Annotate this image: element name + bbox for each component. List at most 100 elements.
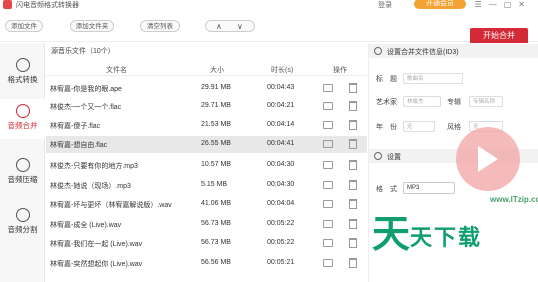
play-icon	[478, 146, 498, 172]
file-size: 5.15 MB	[201, 181, 228, 188]
trash-icon[interactable]	[349, 258, 357, 268]
folder-icon[interactable]	[323, 161, 333, 169]
table-row[interactable]: 林宥嘉-成全 (Live).wav 56.73 MB 00:05:22	[46, 216, 367, 233]
vip-button[interactable]: 开通会员	[414, 0, 466, 9]
sidebar-item-format-convert[interactable]: 格式转换	[0, 53, 45, 93]
table-row[interactable]: 林俊杰-只要有你的地方.mp3 10.57 MB 00:04:30	[46, 157, 367, 174]
artist-field[interactable]: 林俊杰	[403, 96, 441, 107]
title-field[interactable]: 歌曲名	[403, 73, 463, 84]
sidebar-item-label: 音频分割	[7, 225, 38, 234]
audio-split-icon	[15, 208, 30, 222]
table-header: 文件名 大小 时长(s) 操作	[46, 63, 367, 76]
window-controls[interactable]: ☰—▢✕	[475, 0, 532, 9]
audio-merge-icon	[15, 104, 30, 118]
add-file-button[interactable]: 添加文件	[5, 20, 43, 32]
gear-icon	[374, 47, 382, 55]
file-duration: 00:04:41	[267, 140, 295, 147]
folder-icon[interactable]	[323, 200, 333, 208]
app-logo-icon	[3, 0, 12, 9]
trash-icon[interactable]	[349, 101, 357, 111]
folder-icon[interactable]	[323, 220, 333, 228]
sidebar-item-label: 格式转换	[7, 75, 38, 84]
year-field[interactable]: 无	[403, 121, 435, 132]
folder-icon[interactable]	[323, 84, 333, 92]
id3-section-title: 设置合并文件信息(ID3)	[387, 49, 459, 56]
file-name: 林俊杰-只要有你的地方.mp3	[50, 163, 138, 170]
table-row[interactable]: 林宥嘉-坏与更坏（林宥嘉解说版）.wav 41.06 MB 00:04:04	[46, 196, 367, 213]
artist-label: 艺术家	[376, 99, 397, 106]
table-row[interactable]: 林俊杰-她说（现场）.mp3 5.15 MB 00:04:30	[46, 177, 367, 194]
sidebar-item-audio-merge[interactable]: 音频合并	[0, 99, 45, 139]
table-row[interactable]: 林俊杰-一个又一个.flac 29.71 MB 00:04:21	[46, 98, 367, 115]
settings-section-title: 设置	[387, 154, 401, 161]
album-field[interactable]: 专辑名称	[469, 96, 503, 107]
folder-icon[interactable]	[323, 121, 333, 129]
clear-list-button[interactable]: 清空列表	[140, 20, 180, 32]
trash-icon[interactable]	[349, 180, 357, 190]
trash-icon[interactable]	[349, 219, 357, 229]
sidebar-item-label: 音频压缩	[7, 175, 38, 184]
genre-label: 风格	[447, 124, 461, 131]
trash-icon[interactable]	[349, 160, 357, 170]
table-row-selected[interactable]: 林宥嘉-想自由.flac 26.55 MB 00:04:41	[46, 136, 367, 153]
column-header-name: 文件名	[106, 67, 127, 74]
watermark-big-character: 天	[372, 212, 411, 256]
trash-icon[interactable]	[349, 199, 357, 209]
folder-icon[interactable]	[323, 102, 333, 110]
file-duration: 00:05:22	[267, 220, 295, 227]
table-row[interactable]: 林宥嘉-傻子.flac 21.53 MB 00:04:14	[46, 117, 367, 134]
folder-icon[interactable]	[323, 140, 333, 148]
id3-section-header: 设置合并文件信息(ID3)	[369, 44, 538, 58]
table-row[interactable]: 林宥嘉-我们在一起 (Live).wav 56.73 MB 00:05:22	[46, 235, 367, 252]
file-duration: 00:05:21	[267, 259, 295, 266]
sidebar-item-audio-split[interactable]: 音频分割	[0, 203, 45, 243]
title-bar: 闪电音频格式转换器 登录 开通会员 ☰—▢✕	[0, 0, 538, 10]
file-name: 林宥嘉-突然想起你 (Live).wav	[50, 261, 143, 268]
audio-compress-icon	[15, 158, 30, 172]
file-size: 56.56 MB	[201, 259, 231, 266]
sidebar-item-label: 音频合并	[7, 121, 38, 130]
file-size: 26.55 MB	[201, 140, 231, 147]
move-buttons: ∧ ∨	[205, 20, 255, 32]
year-label: 年 份	[376, 124, 397, 131]
move-up-button[interactable]: ∧	[216, 21, 222, 32]
login-link[interactable]: 登录	[378, 0, 392, 10]
trash-icon[interactable]	[349, 238, 357, 248]
file-name: 林宥嘉-你是我的眼.ape	[50, 86, 122, 93]
file-duration: 00:04:04	[267, 200, 295, 207]
format-label: 格 式	[376, 186, 397, 193]
file-size: 29.71 MB	[201, 102, 231, 109]
file-size: 41.06 MB	[201, 200, 231, 207]
sidebar-item-audio-compress[interactable]: 音频压缩	[0, 153, 45, 193]
file-name: 林宥嘉-成全 (Live).wav	[50, 222, 122, 229]
file-size: 21.53 MB	[201, 121, 231, 128]
trash-icon[interactable]	[349, 83, 357, 93]
format-select[interactable]: MP3	[403, 182, 455, 194]
watermark-text: 天下载	[410, 226, 483, 251]
trash-icon[interactable]	[349, 139, 357, 149]
folder-icon[interactable]	[323, 259, 333, 267]
list-caption: 源音乐文件（10个）	[51, 48, 115, 55]
gear-icon	[374, 152, 382, 160]
table-row[interactable]: 林宥嘉-突然想起你 (Live).wav 56.56 MB 00:05:21	[46, 255, 367, 272]
file-duration: 00:04:43	[267, 84, 295, 91]
file-size: 29.91 MB	[201, 84, 231, 91]
file-size: 56.73 MB	[201, 239, 231, 246]
file-duration: 00:04:21	[267, 102, 295, 109]
file-name: 林宥嘉-傻子.flac	[50, 123, 101, 130]
file-duration: 00:04:30	[267, 161, 295, 168]
start-merge-button[interactable]: 开始合并	[470, 28, 528, 44]
file-list: 源音乐文件（10个） 文件名 大小 时长(s) 操作 林宥嘉-你是我的眼.ape…	[46, 43, 367, 282]
column-header-actions: 操作	[333, 67, 347, 74]
table-row[interactable]: 林宥嘉-你是我的眼.ape 29.91 MB 00:04:43	[46, 80, 367, 97]
trash-icon[interactable]	[349, 120, 357, 130]
add-folder-button[interactable]: 添加文件夹	[70, 20, 114, 32]
column-header-size: 大小	[210, 67, 224, 74]
file-size: 56.73 MB	[201, 220, 231, 227]
app-title: 闪电音频格式转换器	[16, 2, 79, 9]
file-duration: 00:05:22	[267, 239, 295, 246]
watermark-url: www.ITzip.com	[488, 195, 538, 204]
folder-icon[interactable]	[323, 181, 333, 189]
move-down-button[interactable]: ∨	[237, 21, 243, 32]
folder-icon[interactable]	[323, 239, 333, 247]
